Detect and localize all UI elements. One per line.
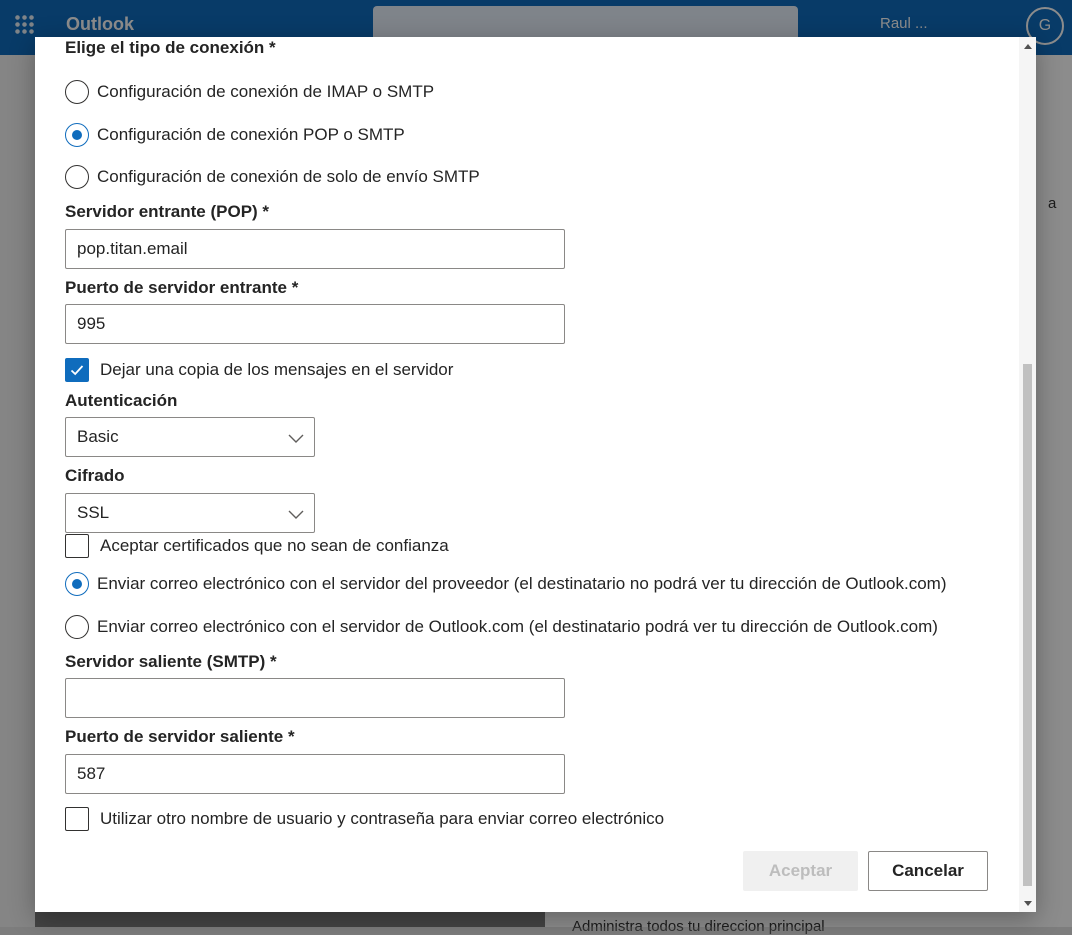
incoming-server-label: Servidor entrante (POP) * bbox=[65, 202, 270, 221]
connection-type-label: Elige el tipo de conexión * bbox=[65, 38, 276, 57]
dropdown-value: SSL bbox=[77, 503, 110, 522]
checkbox-box[interactable] bbox=[65, 358, 89, 382]
outgoing-server-input[interactable] bbox=[65, 678, 565, 718]
incoming-port-input[interactable]: 995 bbox=[65, 304, 565, 344]
checkbox-box[interactable] bbox=[65, 807, 89, 831]
accept-button[interactable]: Aceptar bbox=[743, 851, 858, 891]
radio-label: Enviar correo electrónico con el servido… bbox=[97, 617, 938, 636]
radio-circle[interactable] bbox=[65, 80, 89, 104]
authentication-dropdown[interactable]: Basic bbox=[65, 417, 315, 457]
radio-send-provider-server[interactable]: Enviar correo electrónico con el servido… bbox=[65, 572, 947, 596]
authentication-label: Autenticación bbox=[65, 391, 178, 410]
radio-circle[interactable] bbox=[65, 615, 89, 639]
scrollbar-thumb[interactable] bbox=[1023, 364, 1032, 886]
radio-send-outlook-server[interactable]: Enviar correo electrónico con el servido… bbox=[65, 615, 938, 639]
radio-label: Configuración de conexión de IMAP o SMTP bbox=[97, 82, 435, 101]
leave-copy-checkbox[interactable]: Dejar una copia de los mensajes en el se… bbox=[65, 358, 453, 382]
radio-circle[interactable] bbox=[65, 165, 89, 189]
incoming-port-label: Puerto de servidor entrante * bbox=[65, 278, 299, 297]
outgoing-server-label: Servidor saliente (SMTP) * bbox=[65, 652, 277, 671]
dropdown-value: Basic bbox=[77, 427, 119, 446]
checkmark-icon bbox=[70, 365, 84, 376]
outgoing-port-input[interactable]: 587 bbox=[65, 754, 565, 794]
incoming-server-input[interactable]: pop.titan.email bbox=[65, 229, 565, 269]
chevron-down-icon bbox=[288, 510, 304, 519]
radio-imap-smtp[interactable]: Configuración de conexión de IMAP o SMTP bbox=[65, 80, 434, 104]
accept-certs-checkbox[interactable]: Aceptar certificados que no sean de conf… bbox=[65, 534, 449, 558]
outgoing-port-label: Puerto de servidor saliente * bbox=[65, 727, 295, 746]
radio-label: Configuración de conexión de solo de env… bbox=[97, 167, 480, 186]
encryption-dropdown[interactable]: SSL bbox=[65, 493, 315, 533]
checkbox-label: Dejar una copia de los mensajes en el se… bbox=[100, 360, 454, 379]
radio-pop-smtp[interactable]: Configuración de conexión POP o SMTP bbox=[65, 123, 405, 147]
cancel-button[interactable]: Cancelar bbox=[868, 851, 988, 891]
radio-label: Configuración de conexión POP o SMTP bbox=[97, 125, 405, 144]
radio-circle[interactable] bbox=[65, 123, 89, 147]
other-credentials-checkbox[interactable]: Utilizar otro nombre de usuario y contra… bbox=[65, 807, 664, 831]
radio-label: Enviar correo electrónico con el servido… bbox=[97, 574, 947, 593]
encryption-label: Cifrado bbox=[65, 466, 125, 485]
scroll-down-arrow-icon[interactable] bbox=[1019, 895, 1036, 912]
chevron-down-icon bbox=[288, 434, 304, 443]
checkbox-label: Aceptar certificados que no sean de conf… bbox=[100, 536, 449, 555]
dialog-content: Elige el tipo de conexión * Configuració… bbox=[35, 37, 1036, 912]
dialog-scrollbar[interactable] bbox=[1019, 37, 1036, 912]
connect-account-dialog: Elige el tipo de conexión * Configuració… bbox=[35, 37, 1036, 912]
radio-smtp-send-only[interactable]: Configuración de conexión de solo de env… bbox=[65, 165, 480, 189]
checkbox-box[interactable] bbox=[65, 534, 89, 558]
radio-circle[interactable] bbox=[65, 572, 89, 596]
checkbox-label: Utilizar otro nombre de usuario y contra… bbox=[100, 809, 665, 828]
scroll-up-arrow-icon[interactable] bbox=[1019, 37, 1036, 54]
